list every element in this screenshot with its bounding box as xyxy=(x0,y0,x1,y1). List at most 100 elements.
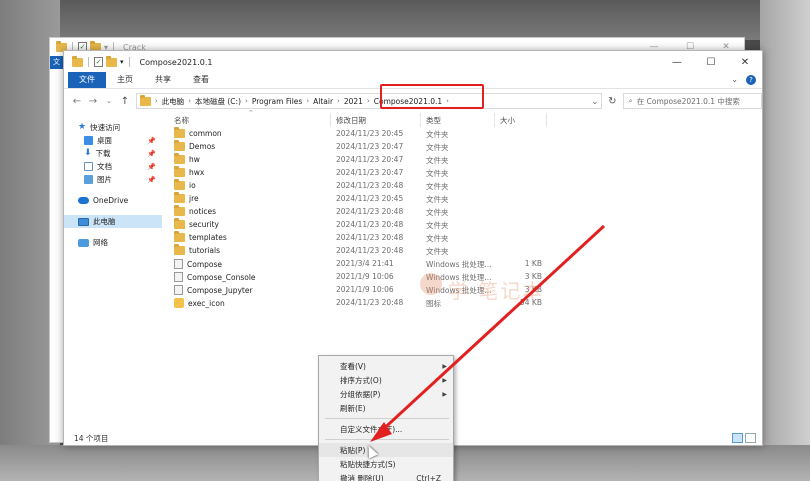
table-row[interactable]: io 2024/11/23 20:48 文件夹 xyxy=(162,179,762,192)
table-row[interactable]: security 2024/11/23 20:48 文件夹 xyxy=(162,218,762,231)
table-row[interactable]: tutorials 2024/11/23 20:48 文件夹 xyxy=(162,244,762,257)
column-name[interactable]: 名称 xyxy=(174,115,189,126)
file-name: notices xyxy=(174,205,216,216)
table-row[interactable]: templates 2024/11/23 20:48 文件夹 xyxy=(162,231,762,244)
file-date: 2024/11/23 20:48 xyxy=(336,233,404,242)
menu-item[interactable]: 粘贴快捷方式(S) xyxy=(319,457,453,471)
item-count: 14 个项目 xyxy=(74,433,109,443)
new-folder-icon[interactable] xyxy=(106,55,117,67)
tab-share[interactable]: 共享 xyxy=(144,72,182,88)
forward-arrow-icon[interactable]: → xyxy=(88,96,98,107)
folder-icon xyxy=(174,231,185,242)
file-name: templates xyxy=(174,231,227,242)
nav-pictures[interactable]: 图片 📌 xyxy=(64,173,162,186)
file-type: 文件夹 xyxy=(426,221,449,230)
breadcrumb-program-files[interactable]: Program Files xyxy=(252,97,303,106)
menu-item[interactable]: 自定义文件夹(F)... xyxy=(319,422,453,436)
tab-home[interactable]: 主页 xyxy=(106,72,144,88)
minimize-button[interactable]: — xyxy=(660,51,694,73)
search-box[interactable]: ⌕ 在 Compose2021.0.1 中搜索 xyxy=(622,93,763,109)
nav-downloads[interactable]: ⬇ 下载 📌 xyxy=(64,147,162,160)
file-type: 图标 xyxy=(426,299,441,308)
file-name: security xyxy=(174,218,219,229)
file-list[interactable]: ⌃ 名称 修改日期 类型 大小 common 2024/11/23 20:45 文件… xyxy=(162,109,762,431)
pictures-icon xyxy=(84,175,93,184)
nav-quick-access[interactable]: ★ 快速访问 xyxy=(64,121,162,134)
menu-item[interactable]: 查看(V) ▶ xyxy=(319,359,453,373)
submenu-arrow-icon: ▶ xyxy=(442,376,447,384)
pin-icon: 📌 xyxy=(147,149,156,158)
table-row[interactable]: notices 2024/11/23 20:48 文件夹 xyxy=(162,205,762,218)
search-placeholder: 在 Compose2021.0.1 中搜索 xyxy=(636,96,740,106)
up-arrow-icon[interactable]: ↑ xyxy=(120,96,130,107)
file-type: 文件夹 xyxy=(426,208,449,217)
expand-ribbon-icon[interactable]: ⌄ xyxy=(731,75,738,85)
ribbon-right: ⌄ ? xyxy=(731,75,756,85)
cloud-icon xyxy=(78,197,89,204)
column-size[interactable]: 大小 xyxy=(500,115,515,126)
background-right xyxy=(760,0,810,481)
file-date: 2021/3/4 21:41 xyxy=(336,259,394,268)
context-menu: 查看(V) ▶ 排序方式(O) ▶ 分组依据(P) ▶ 刷新(E) 自定义文件夹(F)... 粘… xyxy=(318,355,454,481)
watermark-logo xyxy=(420,273,442,295)
menu-item[interactable]: 粘贴(P) xyxy=(319,443,453,457)
batch-file-icon xyxy=(174,272,183,282)
file-type: 文件夹 xyxy=(426,169,449,178)
watermark: 学 笔记本 xyxy=(448,279,545,303)
breadcrumb-altair[interactable]: Altair xyxy=(313,97,333,106)
recent-dropdown-icon[interactable]: ⌄ xyxy=(104,97,114,105)
file-size: 1 KB xyxy=(524,259,542,268)
refresh-icon[interactable]: ↻ xyxy=(608,96,616,107)
details-view-icon[interactable] xyxy=(732,433,743,443)
close-button[interactable]: ✕ xyxy=(728,51,762,73)
folder-icon xyxy=(174,218,185,229)
batch-file-icon xyxy=(174,259,183,269)
nav-onedrive[interactable]: OneDrive xyxy=(64,194,162,207)
file-date: 2024/11/23 20:48 xyxy=(336,181,404,190)
file-type: 文件夹 xyxy=(426,182,449,191)
file-date: 2024/11/23 20:48 xyxy=(336,207,404,216)
menu-separator xyxy=(325,418,449,419)
file-date: 2024/11/23 20:48 xyxy=(336,220,404,229)
table-row[interactable]: Compose 2021/3/4 21:41 Windows 批处理... 1 KB xyxy=(162,257,762,270)
table-row[interactable]: jre 2024/11/23 20:45 文件夹 xyxy=(162,192,762,205)
menu-item[interactable]: 撤消 删除(U) Ctrl+Z xyxy=(319,471,453,481)
back-arrow-icon[interactable]: ← xyxy=(72,96,82,107)
column-date[interactable]: 修改日期 xyxy=(336,115,366,126)
file-name: Compose_Jupyter xyxy=(174,285,253,295)
properties-icon[interactable]: ✓ xyxy=(94,57,103,67)
nav-this-pc[interactable]: 此电脑 xyxy=(64,215,162,228)
table-row[interactable]: common 2024/11/23 20:45 文件夹 xyxy=(162,127,762,140)
star-icon: ★ xyxy=(78,122,87,132)
search-icon: ⌕ xyxy=(628,96,633,105)
menu-item[interactable]: 排序方式(O) ▶ xyxy=(319,373,453,387)
nav-documents[interactable]: 文档 📌 xyxy=(64,160,162,173)
titlebar[interactable]: ✓ ▾ Compose2021.0.1 — ☐ ✕ xyxy=(64,51,762,73)
quick-access-dropdown-icon[interactable]: ▾ xyxy=(120,58,124,66)
menu-shortcut: Ctrl+Z xyxy=(416,473,441,481)
breadcrumb-this-pc[interactable]: 此电脑 xyxy=(162,96,185,107)
menu-item[interactable]: 分组依据(P) ▶ xyxy=(319,387,453,401)
address-dropdown-icon[interactable]: ⌄ xyxy=(591,97,598,106)
folder-icon xyxy=(174,127,185,138)
menu-item[interactable]: 刷新(E) xyxy=(319,401,453,415)
nav-desktop[interactable]: 桌面 📌 xyxy=(64,134,162,147)
file-type: 文件夹 xyxy=(426,156,449,165)
help-icon[interactable]: ? xyxy=(746,75,756,85)
tab-file[interactable]: 文件 xyxy=(68,72,106,88)
batch-file-icon xyxy=(174,285,183,295)
folder-icon xyxy=(174,205,185,216)
large-icons-view-icon[interactable] xyxy=(745,433,756,443)
file-date: 2024/11/23 20:47 xyxy=(336,168,404,177)
table-row[interactable]: hwx 2024/11/23 20:47 文件夹 xyxy=(162,166,762,179)
nav-network[interactable]: 网络 xyxy=(64,236,162,249)
column-type[interactable]: 类型 xyxy=(426,115,441,126)
table-row[interactable]: hw 2024/11/23 20:47 文件夹 xyxy=(162,153,762,166)
table-row[interactable]: Demos 2024/11/23 20:47 文件夹 xyxy=(162,140,762,153)
breadcrumb-drive-c[interactable]: 本地磁盘 (C:) xyxy=(195,96,241,107)
tab-view[interactable]: 查看 xyxy=(182,72,220,88)
folder-icon xyxy=(174,179,185,190)
maximize-button[interactable]: ☐ xyxy=(694,51,728,73)
breadcrumb-2021[interactable]: 2021 xyxy=(344,97,363,106)
address-bar[interactable]: › 此电脑 › 本地磁盘 (C:) › Program Files › Alta… xyxy=(135,93,603,109)
